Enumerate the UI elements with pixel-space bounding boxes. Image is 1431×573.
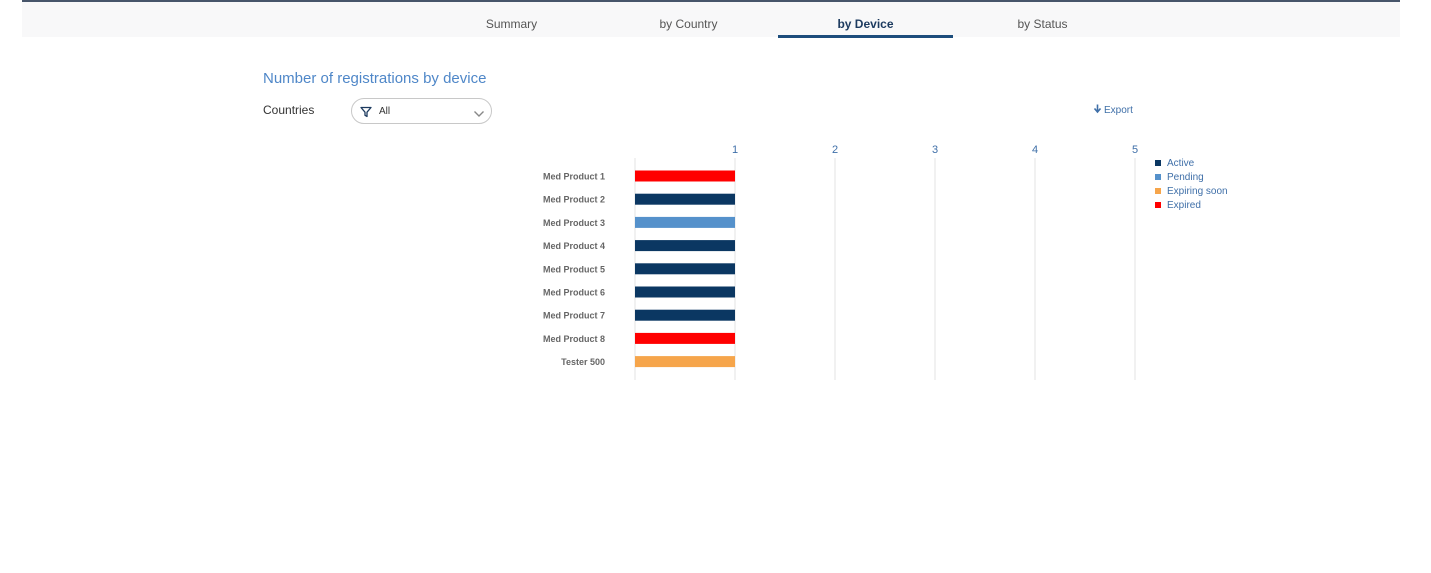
legend-label: Pending [1167,171,1204,183]
bar [635,216,735,228]
y-category-label: Med Product 7 [543,311,605,321]
x-tick-label: 1 [732,144,738,156]
x-tick-label: 5 [1132,144,1138,156]
bar [635,170,735,182]
bar [635,332,735,344]
legend-label: Active [1167,157,1195,169]
bar [635,240,735,252]
legend-item: Expiring soon [1155,184,1228,198]
legend-label: Expiring soon [1167,185,1228,197]
bar [635,356,735,368]
bar [635,193,735,205]
y-category-label: Med Product 6 [543,288,605,298]
x-tick-label: 3 [932,144,938,156]
y-category-label: Tester 500 [561,357,605,367]
legend-label: Expired [1167,199,1201,211]
x-tick-label: 4 [1032,144,1038,156]
x-tick-label: 2 [832,144,838,156]
y-category-label: Med Product 5 [543,264,605,274]
registrations-by-device-chart: 1 2 3 4 5 Med Product 1 Med Product 2 Med Produ… [543,144,1138,380]
y-category-label: Med Product 4 [543,241,605,251]
y-category-label: Med Product 8 [543,334,605,344]
legend-swatch [1155,174,1161,180]
y-category-label: Med Product 1 [543,172,605,182]
legend-swatch [1155,202,1161,208]
bar [635,309,735,321]
y-category-label: Med Product 3 [543,218,605,228]
chart-legend: Active Pending Expiring soon Expired [1155,156,1228,212]
y-category-label: Med Product 2 [543,195,605,205]
legend-item: Active [1155,156,1228,170]
bar [635,263,735,275]
legend-swatch [1155,188,1161,194]
bar [635,286,735,298]
legend-item: Expired [1155,198,1228,212]
legend-swatch [1155,160,1161,166]
legend-item: Pending [1155,170,1228,184]
